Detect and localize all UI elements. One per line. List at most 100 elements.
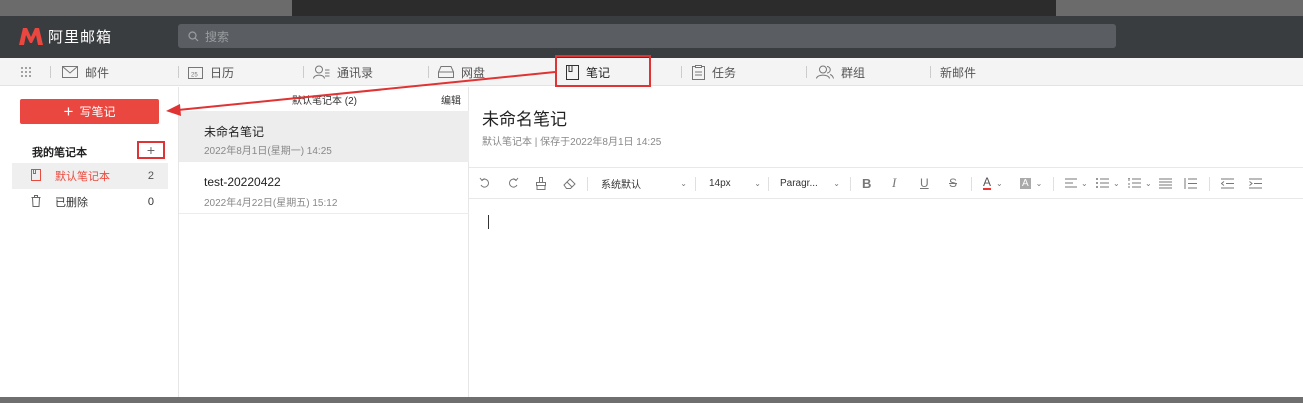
nav-label-tasks: 任务 <box>712 65 737 80</box>
redo-icon <box>509 177 519 188</box>
nav-divider <box>428 66 429 78</box>
paragraph-spacing-button[interactable] <box>1184 168 1197 198</box>
app-logo[interactable]: 阿里邮箱 <box>18 24 112 48</box>
write-note-label: 写笔记 <box>79 105 116 119</box>
nav-item-calendar[interactable]: 25 日历 <box>188 58 234 86</box>
search-input[interactable]: 搜索 <box>178 24 1116 48</box>
add-notebook-button[interactable]: + <box>137 141 165 159</box>
note-title: test-20220422 <box>204 175 281 189</box>
paragraph-select[interactable]: Paragr... ⌄ <box>780 168 840 198</box>
indent-button[interactable] <box>1249 168 1262 198</box>
main-nav: 邮件 25 日历 通讯录 网盘 笔记 任务 群组 新邮件 <box>0 58 1303 86</box>
notebook-label: 已删除 <box>55 197 88 209</box>
strikethrough-button[interactable]: S <box>949 168 957 198</box>
format-painter-button[interactable] <box>535 168 547 198</box>
search-icon <box>188 30 199 41</box>
note-list-title: 默认笔记本 (2) <box>292 96 357 107</box>
list-item[interactable]: 未命名笔记 2022年8月1日(星期一) 14:25 <box>179 111 469 162</box>
highlight-color-button[interactable]: A ⌄ <box>1020 168 1042 198</box>
nav-label-drive: 网盘 <box>461 65 486 80</box>
clear-format-button[interactable] <box>563 168 577 198</box>
list-item[interactable]: test-20220422 2022年4月22日(星期五) 15:12 <box>179 163 469 214</box>
grid-icon <box>21 67 31 77</box>
edit-link[interactable]: 编辑 <box>441 92 461 107</box>
apps-grid-button[interactable] <box>20 58 32 86</box>
undo-icon <box>479 177 489 188</box>
nav-item-tasks[interactable]: 任务 <box>692 58 736 86</box>
chevron-down-icon: ⌄ <box>680 178 687 188</box>
note-date: 2022年8月1日(星期一) 14:25 <box>204 146 332 157</box>
nav-divider <box>806 66 807 78</box>
nav-item-new-mail[interactable]: 新邮件 <box>940 58 976 86</box>
nav-item-drive[interactable]: 网盘 <box>438 58 485 86</box>
nav-divider <box>681 66 682 78</box>
toolbar-divider <box>587 177 588 191</box>
nav-label-calendar: 日历 <box>210 65 235 80</box>
chevron-down-icon: ⌄ <box>1113 178 1120 188</box>
toolbar-divider <box>850 177 851 191</box>
italic-button[interactable]: I <box>892 168 896 198</box>
eraser-icon <box>563 178 576 189</box>
font-family-select[interactable]: 系统默认 ⌄ <box>601 168 687 198</box>
note-editor: 未命名笔记 默认笔记本 | 保存于2022年8月1日 14:25 系统默认 ⌄ … <box>469 87 1303 397</box>
trash-icon <box>31 194 51 210</box>
font-color-button[interactable]: A ⌄ <box>983 168 1003 198</box>
nav-item-mail[interactable]: 邮件 <box>62 58 109 86</box>
indent-icon <box>1249 178 1262 188</box>
paragraph-spacing-icon <box>1184 177 1197 189</box>
background-window-bottom <box>0 397 1303 403</box>
note-title-input[interactable]: 未命名笔记 <box>482 105 567 130</box>
notebook-item-default[interactable]: 默认笔记本 2 <box>12 163 168 189</box>
redo-button[interactable] <box>507 168 519 198</box>
notebook-item-deleted[interactable]: 已删除 0 <box>12 189 168 215</box>
font-size-select[interactable]: 14px ⌄ <box>709 168 761 198</box>
chevron-down-icon: ⌄ <box>996 178 1003 188</box>
notebook-label: 默认笔记本 <box>55 171 110 183</box>
nav-divider <box>50 66 51 78</box>
paragraph-value: Paragr... <box>780 177 818 189</box>
note-list-header: 默认笔记本 (2) 编辑 <box>179 92 469 108</box>
line-height-button[interactable] <box>1159 168 1172 198</box>
underline-button[interactable]: U <box>920 168 929 198</box>
nav-item-groups[interactable]: 群组 <box>816 58 865 86</box>
undo-button[interactable] <box>479 168 491 198</box>
outdent-button[interactable] <box>1221 168 1234 198</box>
align-left-icon <box>1065 178 1077 188</box>
toolbar-divider <box>768 177 769 191</box>
toolbar-divider <box>1053 177 1054 191</box>
notebook-sidebar: + 写笔记 我的笔记本 + 默认笔记本 2 已删除 0 <box>0 87 179 397</box>
note-list: 默认笔记本 (2) 编辑 未命名笔记 2022年8月1日(星期一) 14:25 … <box>179 87 469 397</box>
write-note-button[interactable]: + 写笔记 <box>20 99 159 124</box>
calendar-icon-day: 25 <box>191 72 198 78</box>
bullet-list-icon <box>1096 178 1109 188</box>
font-color-icon: A <box>983 174 992 190</box>
numbered-list-icon <box>1128 178 1141 188</box>
nav-divider <box>178 66 179 78</box>
note-meta: 默认笔记本 | 保存于2022年8月1日 14:25 <box>482 137 662 148</box>
logo-m-icon <box>19 28 43 45</box>
chevron-down-icon: ⌄ <box>1081 178 1088 188</box>
nav-divider <box>303 66 304 78</box>
align-button[interactable]: ⌄ <box>1065 168 1088 198</box>
app-title: 阿里邮箱 <box>48 28 113 46</box>
bold-icon: B <box>862 175 872 191</box>
italic-icon: I <box>892 175 897 190</box>
nav-label-new-mail: 新邮件 <box>940 65 977 80</box>
toolbar-divider <box>695 177 696 191</box>
outdent-icon <box>1221 178 1234 188</box>
font-family-value: 系统默认 <box>601 179 641 191</box>
text-cursor[interactable] <box>488 215 489 229</box>
group-icon <box>816 65 834 79</box>
background-window <box>0 0 1303 16</box>
chevron-down-icon: ⌄ <box>1035 178 1043 188</box>
notebook-icon <box>31 168 51 184</box>
calendar-icon: 25 <box>188 66 203 79</box>
bullet-list-button[interactable]: ⌄ <box>1096 168 1120 198</box>
bold-button[interactable]: B <box>862 168 871 198</box>
numbered-list-button[interactable]: ⌄ <box>1128 168 1152 198</box>
toolbar-divider <box>1209 177 1210 191</box>
nav-item-contacts[interactable]: 通讯录 <box>313 58 373 86</box>
font-size-value: 14px <box>709 177 731 189</box>
nav-label-mail: 邮件 <box>85 65 110 80</box>
task-icon <box>692 64 705 80</box>
